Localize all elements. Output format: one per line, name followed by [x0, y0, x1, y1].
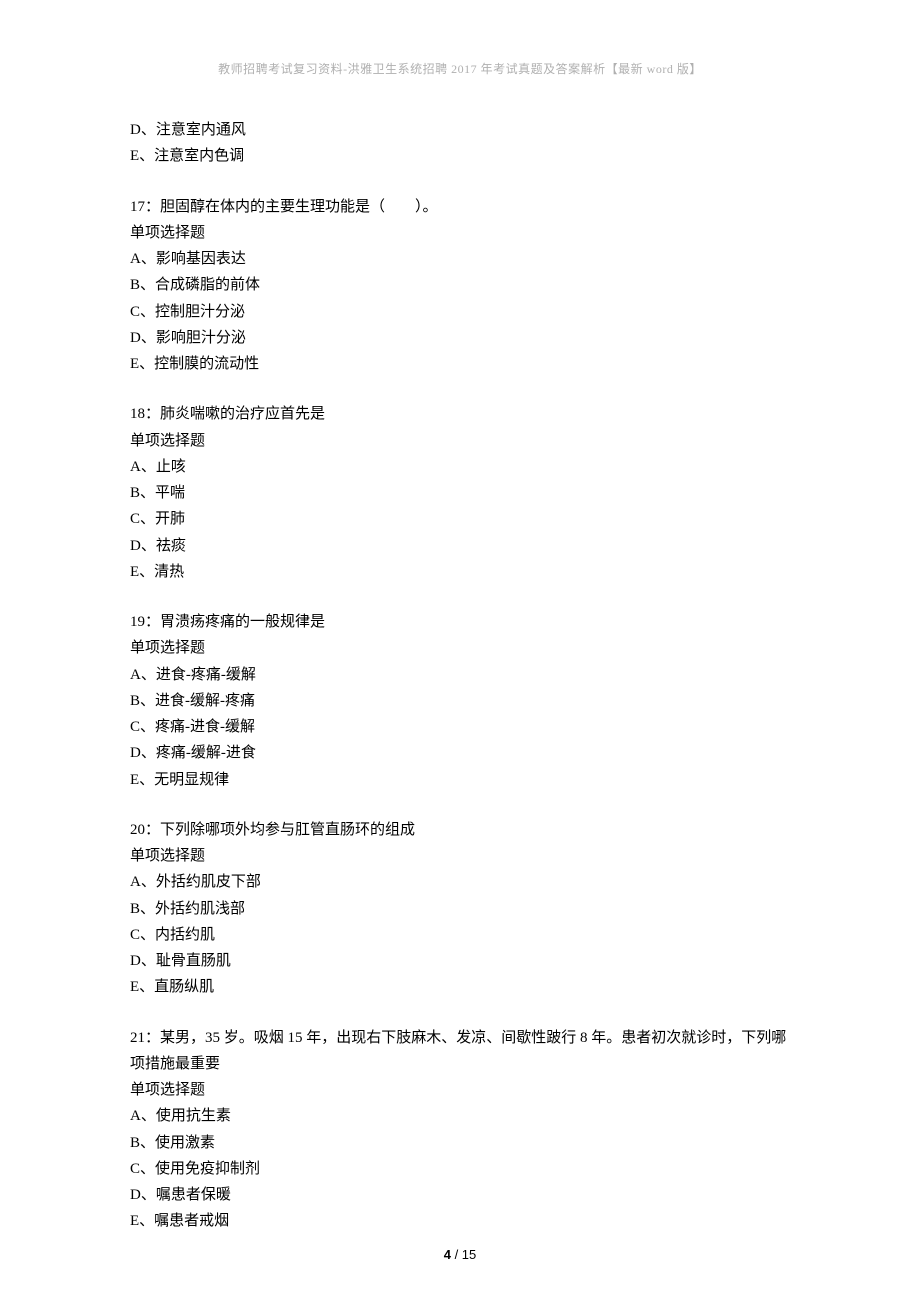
- text-line: C、开肺: [130, 506, 790, 532]
- question-block: D、注意室内通风E、注意室内色调: [130, 117, 790, 170]
- text-line: D、影响胆汁分泌: [130, 325, 790, 351]
- text-line: E、控制膜的流动性: [130, 351, 790, 377]
- text-line: D、耻骨直肠肌: [130, 948, 790, 974]
- question-block: 19：胃溃疡疼痛的一般规律是单项选择题A、进食-疼痛-缓解B、进食-缓解-疼痛C…: [130, 609, 790, 793]
- text-line: A、止咳: [130, 454, 790, 480]
- text-line: C、疼痛-进食-缓解: [130, 714, 790, 740]
- text-line: 单项选择题: [130, 220, 790, 246]
- text-line: C、内括约肌: [130, 922, 790, 948]
- text-line: C、控制胆汁分泌: [130, 299, 790, 325]
- text-line: D、注意室内通风: [130, 117, 790, 143]
- text-line: 单项选择题: [130, 635, 790, 661]
- text-line: A、使用抗生素: [130, 1103, 790, 1129]
- page-total: 15: [462, 1247, 476, 1262]
- text-line: A、影响基因表达: [130, 246, 790, 272]
- text-line: 19：胃溃疡疼痛的一般规律是: [130, 609, 790, 635]
- document-header: 教师招聘考试复习资料-洪雅卫生系统招聘 2017 年考试真题及答案解析【最新 w…: [130, 60, 790, 77]
- text-line: 20：下列除哪项外均参与肛管直肠环的组成: [130, 817, 790, 843]
- text-line: A、外括约肌皮下部: [130, 869, 790, 895]
- text-line: E、注意室内色调: [130, 143, 790, 169]
- text-line: 单项选择题: [130, 428, 790, 454]
- text-line: D、祛痰: [130, 533, 790, 559]
- text-line: 21：某男，35 岁。吸烟 15 年，出现右下肢麻木、发凉、间歇性跛行 8 年。…: [130, 1025, 790, 1078]
- question-block: 20：下列除哪项外均参与肛管直肠环的组成单项选择题A、外括约肌皮下部B、外括约肌…: [130, 817, 790, 1001]
- text-line: 单项选择题: [130, 843, 790, 869]
- text-line: E、嘱患者戒烟: [130, 1208, 790, 1234]
- text-line: 18：肺炎喘嗽的治疗应首先是: [130, 401, 790, 427]
- text-line: 17：胆固醇在体内的主要生理功能是（ ）。: [130, 194, 790, 220]
- text-line: E、直肠纵肌: [130, 974, 790, 1000]
- text-line: B、平喘: [130, 480, 790, 506]
- page-number: 4 / 15: [0, 1247, 920, 1262]
- text-line: B、合成磷脂的前体: [130, 272, 790, 298]
- text-line: B、进食-缓解-疼痛: [130, 688, 790, 714]
- text-line: B、使用激素: [130, 1130, 790, 1156]
- text-line: D、嘱患者保暖: [130, 1182, 790, 1208]
- question-block: 18：肺炎喘嗽的治疗应首先是单项选择题A、止咳B、平喘C、开肺D、祛痰E、清热: [130, 401, 790, 585]
- question-block: 17：胆固醇在体内的主要生理功能是（ ）。单项选择题A、影响基因表达B、合成磷脂…: [130, 194, 790, 378]
- text-line: 单项选择题: [130, 1077, 790, 1103]
- document-page: 教师招聘考试复习资料-洪雅卫生系统招聘 2017 年考试真题及答案解析【最新 w…: [0, 0, 920, 1302]
- document-content: D、注意室内通风E、注意室内色调 17：胆固醇在体内的主要生理功能是（ ）。单项选…: [130, 117, 790, 1235]
- text-line: B、外括约肌浅部: [130, 896, 790, 922]
- page-current: 4: [444, 1247, 451, 1262]
- question-block: 21：某男，35 岁。吸烟 15 年，出现右下肢麻木、发凉、间歇性跛行 8 年。…: [130, 1025, 790, 1235]
- text-line: D、疼痛-缓解-进食: [130, 740, 790, 766]
- page-sep: /: [451, 1247, 462, 1262]
- text-line: A、进食-疼痛-缓解: [130, 662, 790, 688]
- text-line: E、无明显规律: [130, 767, 790, 793]
- text-line: C、使用免疫抑制剂: [130, 1156, 790, 1182]
- text-line: E、清热: [130, 559, 790, 585]
